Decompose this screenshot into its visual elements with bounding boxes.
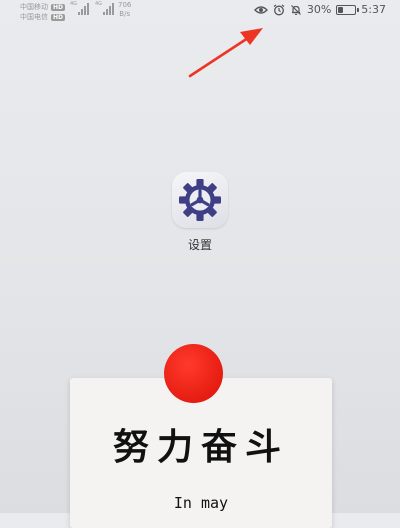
clock-time: 5:37 <box>361 3 386 16</box>
battery-percent: 30% <box>306 3 332 16</box>
network-speed: 706 B/s <box>118 1 131 19</box>
network-speed-value: 706 <box>118 1 132 9</box>
card-subtitle: In may <box>173 494 229 512</box>
battery-icon <box>336 4 360 15</box>
carrier-label-2: 中国电信 <box>20 13 48 21</box>
battery-fill <box>338 6 344 13</box>
network-speed-unit: B/s <box>119 10 131 18</box>
red-circle-decoration <box>164 344 223 403</box>
signal-icon-1: 4G <box>70 1 89 15</box>
muted-bell-icon <box>290 4 301 15</box>
hd-badge-1: HD <box>51 3 66 11</box>
status-bar: 中国移动 HD 中国电信 HD 4G 4G 706 B/s 30% 5:37 <box>0 0 400 26</box>
eye-icon <box>253 5 268 14</box>
settings-app[interactable]: 设置 <box>171 172 229 253</box>
signal-strength: 4G 4G <box>70 1 114 15</box>
settings-app-icon[interactable] <box>172 172 228 228</box>
gear-icon <box>179 179 221 221</box>
card-title: 努力奋斗 <box>112 426 289 468</box>
network-type-1: 4G <box>70 1 78 7</box>
carrier-info: 中国移动 HD 中国电信 HD <box>20 2 66 22</box>
alarm-clock-icon <box>273 4 285 15</box>
settings-app-label[interactable]: 设置 <box>171 236 229 253</box>
signal-icon-2: 4G <box>95 1 114 15</box>
carrier-label-1: 中国移动 <box>20 3 48 11</box>
network-type-2: 4G <box>95 1 103 7</box>
status-icons: 30% 5:37 <box>253 3 386 16</box>
hd-badge-2: HD <box>51 13 66 21</box>
